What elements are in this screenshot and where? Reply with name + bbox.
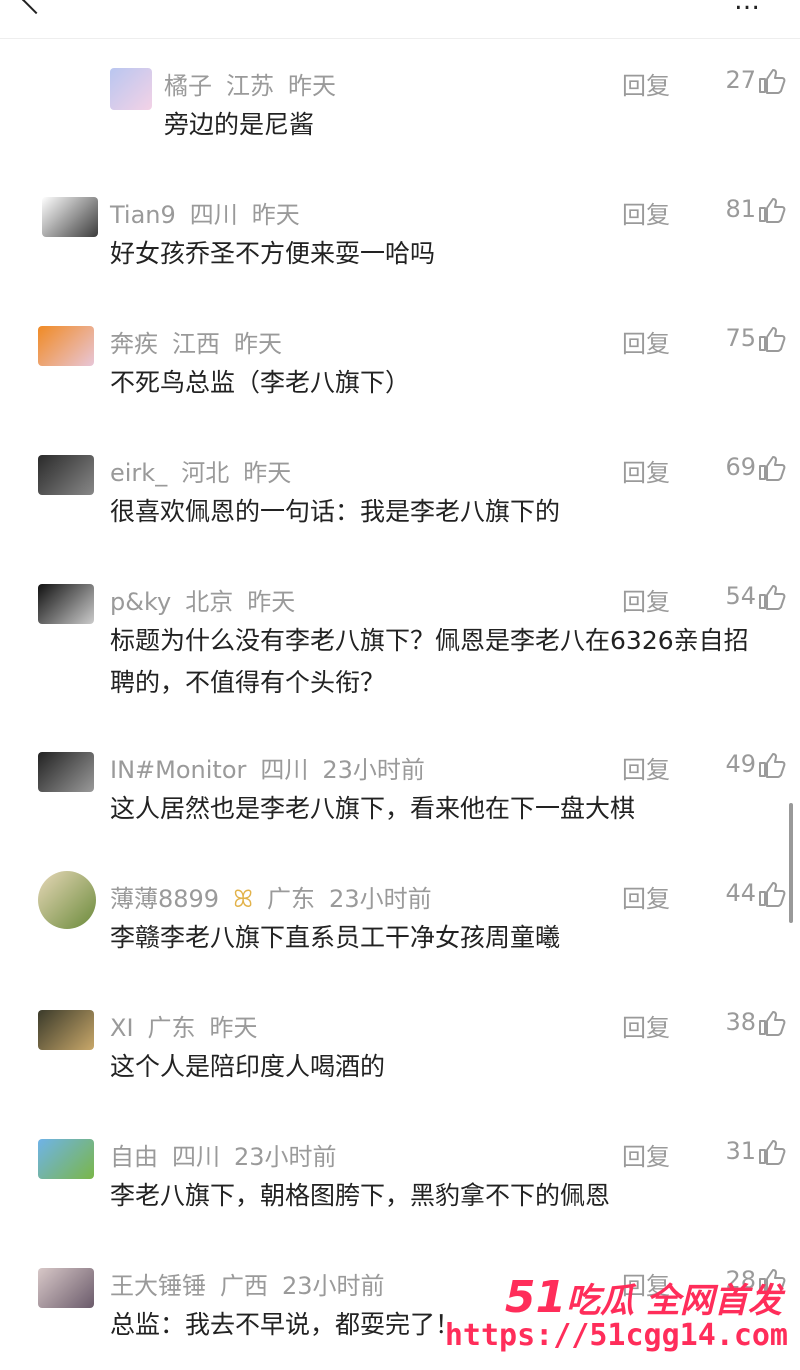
- timestamp: 昨天: [209, 1014, 258, 1042]
- butterfly-icon: ꕤ: [233, 885, 254, 913]
- avatar[interactable]: [42, 197, 98, 237]
- comment-meta: 王大锤锤 广西 23小时前: [110, 1266, 399, 1301]
- thumbs-up-icon[interactable]: [758, 881, 786, 907]
- timestamp: 23小时前: [282, 1272, 385, 1300]
- username[interactable]: IN#Monitor: [110, 756, 246, 784]
- region: 四川: [189, 201, 238, 229]
- timestamp: 昨天: [251, 201, 300, 229]
- avatar[interactable]: [110, 68, 152, 110]
- comment-text: 李赣李老八旗下直系员工干净女孩周童曦: [110, 923, 561, 952]
- avatar[interactable]: [38, 1268, 94, 1308]
- comment-text: 标题为什么没有李老八旗下？佩恩是李老八在6326亲自招聘的，不值得有个头衔？: [110, 626, 749, 697]
- comment-meta: 橘子 江苏 昨天: [164, 66, 350, 101]
- username[interactable]: XI: [110, 1014, 134, 1042]
- timestamp: 昨天: [234, 330, 282, 358]
- thumbs-up-icon[interactable]: [758, 1139, 786, 1165]
- like-count: 38: [725, 1008, 756, 1036]
- comment-text: 李老八旗下，朝格图胯下，黑豹拿不下的佩恩: [110, 1181, 611, 1210]
- avatar[interactable]: [38, 1010, 94, 1050]
- username[interactable]: 薄薄8899: [110, 885, 219, 913]
- username[interactable]: 王大锤锤: [110, 1272, 206, 1300]
- region: 广东: [147, 1014, 196, 1042]
- thumbs-up-icon[interactable]: [758, 752, 786, 778]
- watermark: 51吃瓜 全网首发 https://51cgg14.com: [445, 1272, 792, 1362]
- comment-meta: eirk_ 河北 昨天: [110, 453, 305, 488]
- like-count: 49: [725, 750, 756, 778]
- comment-text: 这个人是陪印度人喝酒的: [110, 1052, 386, 1081]
- like-count: 44: [725, 879, 756, 907]
- comment-list: 橘子 江苏 昨天 回复 27 旁边的是尼酱 Tian9 四川 昨天 回复 81 好女孩乔圣不方便来耍一…: [0, 0, 800, 1370]
- thumbs-up-icon[interactable]: [758, 584, 786, 610]
- comment-text: 这人居然也是李老八旗下，看来他在下一盘大棋: [110, 794, 636, 823]
- timestamp: 23小时前: [322, 756, 425, 784]
- like-count: 81: [725, 195, 756, 223]
- username[interactable]: p&ky: [110, 588, 171, 616]
- region: 江苏: [226, 72, 274, 100]
- thumbs-up-icon[interactable]: [758, 326, 786, 352]
- comment-meta: 奔疾 江西 昨天: [110, 324, 296, 359]
- comment-meta: Tian9 四川 昨天: [110, 195, 314, 230]
- region: 广东: [267, 885, 316, 913]
- comment-meta: p&ky 北京 昨天: [110, 582, 309, 617]
- avatar[interactable]: [38, 584, 94, 624]
- region: 北京: [185, 588, 234, 616]
- comment-text: 很喜欢佩恩的一句话：我是李老八旗下的: [110, 497, 561, 526]
- comment-meta: 薄薄8899 ꕤ 广东 23小时前: [110, 879, 446, 914]
- avatar[interactable]: [38, 871, 96, 929]
- region: 四川: [172, 1143, 220, 1171]
- thumbs-up-icon[interactable]: [758, 455, 786, 481]
- scrollbar[interactable]: [789, 803, 793, 923]
- avatar[interactable]: [38, 455, 94, 495]
- like-count: 69: [725, 453, 756, 481]
- region: 河北: [181, 459, 230, 487]
- username[interactable]: Tian9: [110, 201, 176, 229]
- comment-text: 好女孩乔圣不方便来耍一哈吗: [110, 239, 436, 268]
- like-count: 75: [725, 324, 756, 352]
- watermark-title: 51吃瓜 全网首发: [504, 1272, 782, 1323]
- username[interactable]: 奔疾: [110, 330, 158, 358]
- timestamp: 昨天: [288, 72, 336, 100]
- reply-button[interactable]: 回复: [622, 1137, 670, 1172]
- reply-button[interactable]: 回复: [622, 453, 670, 488]
- comment-text: 旁边的是尼酱: [164, 110, 315, 139]
- username[interactable]: eirk_: [110, 459, 167, 487]
- reply-button[interactable]: 回复: [622, 750, 670, 785]
- reply-button[interactable]: 回复: [622, 195, 670, 230]
- like-count: 27: [725, 66, 756, 94]
- timestamp: 23小时前: [234, 1143, 337, 1171]
- avatar[interactable]: [38, 326, 94, 366]
- watermark-url: https://51cgg14.com: [444, 1318, 788, 1353]
- like-count: 54: [725, 582, 756, 610]
- region: 广西: [220, 1272, 268, 1300]
- reply-button[interactable]: 回复: [622, 582, 670, 617]
- region: 江西: [172, 330, 220, 358]
- reply-button[interactable]: 回复: [622, 879, 670, 914]
- thumbs-up-icon[interactable]: [758, 197, 786, 223]
- username[interactable]: 橘子: [164, 72, 212, 100]
- comment-meta: IN#Monitor 四川 23小时前: [110, 750, 439, 785]
- like-count: 31: [725, 1137, 756, 1165]
- reply-button[interactable]: 回复: [622, 324, 670, 359]
- timestamp: 昨天: [247, 588, 296, 616]
- comment-text: 不死鸟总监（李老八旗下）: [110, 368, 411, 397]
- reply-button[interactable]: 回复: [622, 66, 670, 101]
- avatar[interactable]: [38, 752, 94, 792]
- reply-button[interactable]: 回复: [622, 1008, 670, 1043]
- comment-meta: XI 广东 昨天: [110, 1008, 272, 1043]
- comment-meta: 自由 四川 23小时前: [110, 1137, 351, 1172]
- timestamp: 23小时前: [329, 885, 432, 913]
- avatar[interactable]: [38, 1139, 94, 1179]
- timestamp: 昨天: [243, 459, 292, 487]
- thumbs-up-icon[interactable]: [758, 1010, 786, 1036]
- username[interactable]: 自由: [110, 1143, 158, 1171]
- region: 四川: [260, 756, 309, 784]
- thumbs-up-icon[interactable]: [758, 68, 786, 94]
